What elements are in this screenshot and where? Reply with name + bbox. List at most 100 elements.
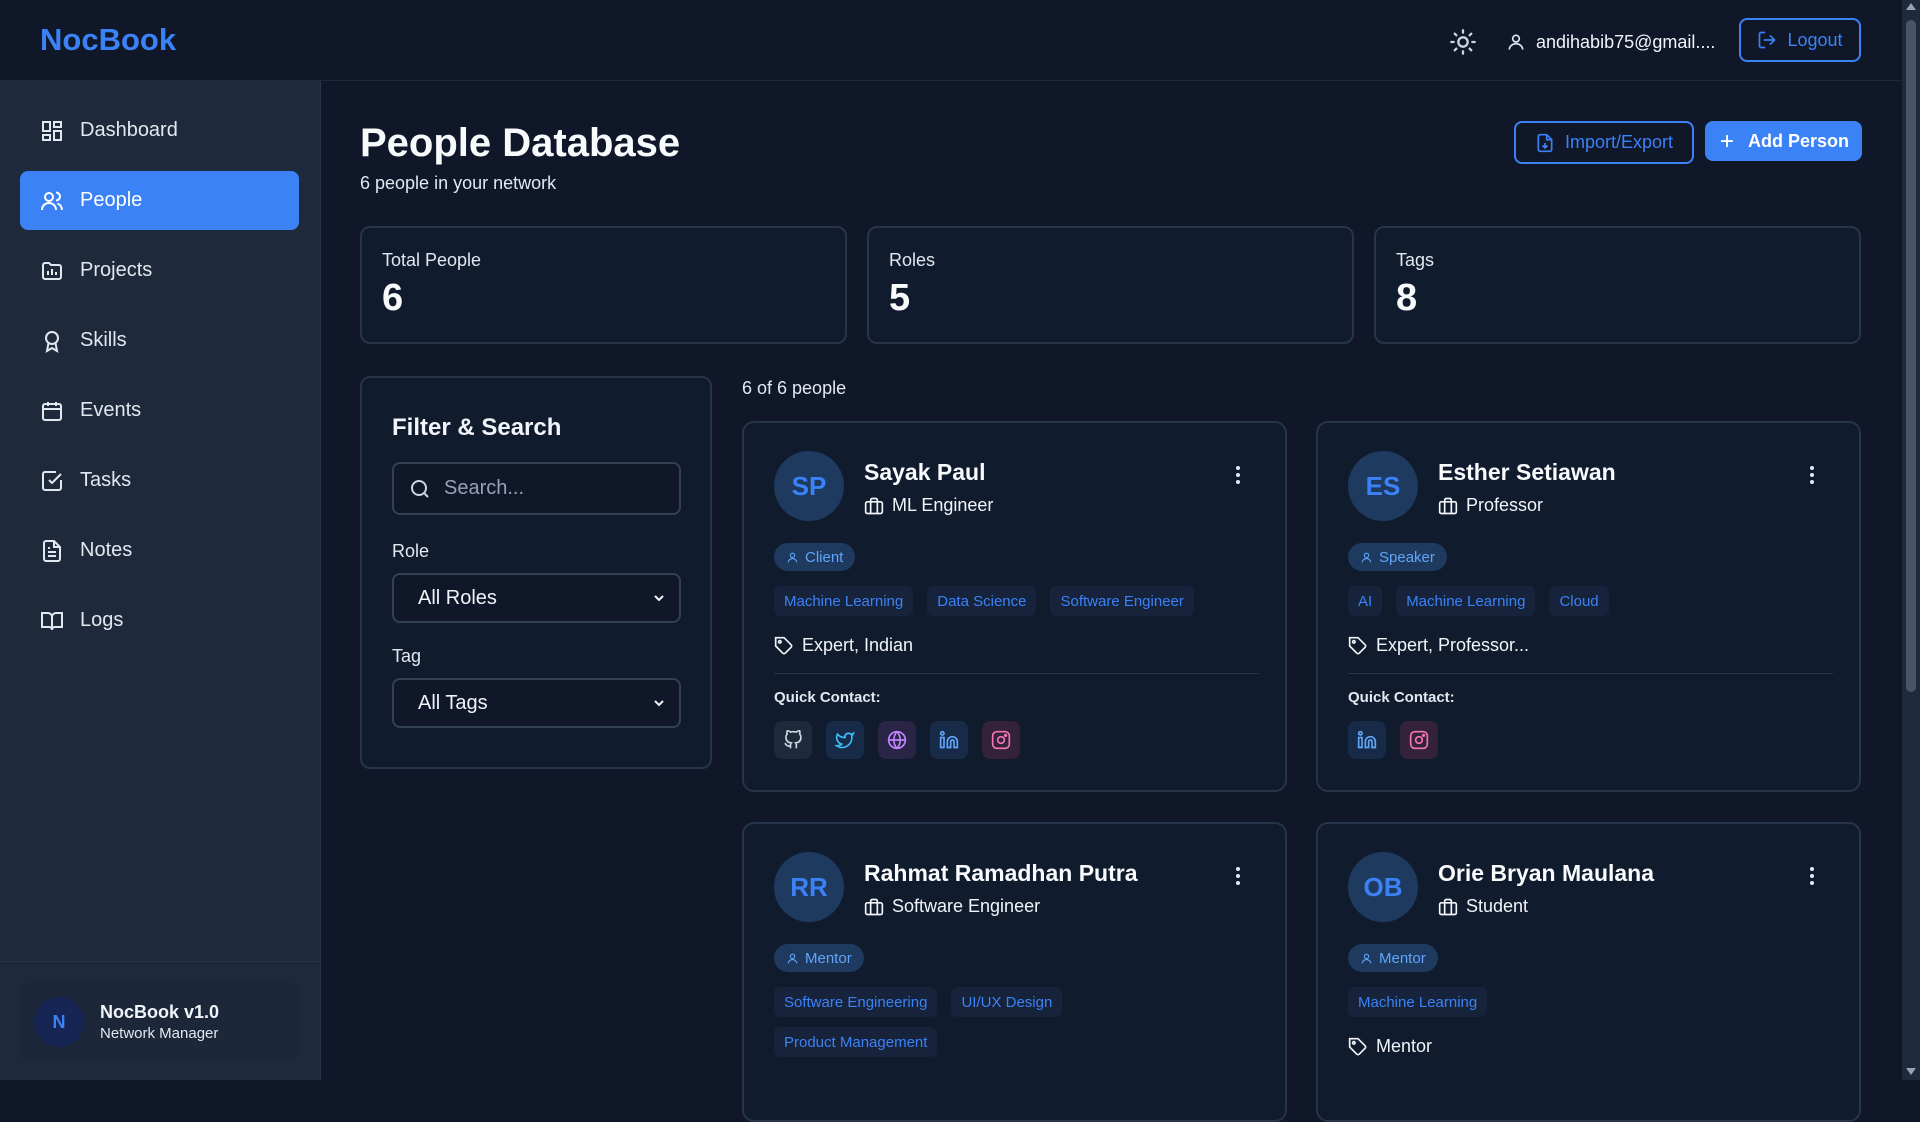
quick-contact-label: Quick Contact: bbox=[774, 689, 881, 706]
instagram-icon[interactable] bbox=[982, 721, 1020, 759]
skill-tag: Software Engineer bbox=[1050, 586, 1194, 616]
person-name[interactable]: Rahmat Ramadhan Putra bbox=[864, 860, 1138, 887]
skill-tag: Machine Learning bbox=[774, 586, 914, 616]
stat-card-total-people: Total People 6 bbox=[360, 226, 847, 344]
github-icon[interactable] bbox=[774, 721, 812, 759]
sidebar-item-notes[interactable]: Notes bbox=[20, 521, 299, 580]
more-vertical-icon[interactable] bbox=[1228, 864, 1248, 888]
stat-label: Roles bbox=[889, 250, 936, 270]
role-badge: Client bbox=[774, 543, 856, 571]
person-name[interactable]: Orie Bryan Maulana bbox=[1438, 860, 1654, 887]
award-icon bbox=[40, 329, 64, 353]
role-label: Role bbox=[392, 541, 430, 561]
person-card[interactable]: OB Orie Bryan Maulana Student Mentor Mac… bbox=[1316, 822, 1861, 1122]
scroll-down-icon[interactable] bbox=[1906, 1068, 1916, 1075]
scroll-up-icon[interactable] bbox=[1906, 3, 1916, 10]
linkedin-icon[interactable] bbox=[930, 721, 968, 759]
person-name[interactable]: Esther Setiawan bbox=[1438, 459, 1616, 486]
sidebar-item-label: Tasks bbox=[80, 469, 132, 491]
tag-select-value: All Tags bbox=[418, 691, 488, 714]
person-title-text: Professor bbox=[1466, 495, 1544, 515]
linkedin-icon[interactable] bbox=[1348, 721, 1386, 759]
twitter-icon[interactable] bbox=[826, 721, 864, 759]
briefcase-icon bbox=[864, 496, 884, 516]
skill-tag: Machine Learning bbox=[1396, 586, 1536, 616]
stat-value: 5 bbox=[889, 277, 911, 319]
import-export-label: Import/Export bbox=[1564, 132, 1674, 152]
skill-tag: Product Management bbox=[774, 1027, 938, 1057]
sidebar-item-people[interactable]: People bbox=[20, 171, 299, 230]
tag-select[interactable]: All Tags bbox=[392, 678, 681, 728]
tag-icon bbox=[1348, 1037, 1368, 1057]
tag-label: Tag bbox=[392, 646, 422, 666]
person-tags-text: Expert, Professor... bbox=[1376, 635, 1530, 655]
skill-tags: Software Engineering UI/UX Design Produc… bbox=[774, 987, 1104, 1057]
avatar: ES bbox=[1348, 451, 1418, 521]
sidebar: Dashboard People Projects Skills Events … bbox=[0, 81, 321, 1080]
add-person-button[interactable]: Add Person bbox=[1705, 121, 1862, 161]
page-title: People Database bbox=[360, 121, 681, 165]
sidebar-item-label: Logs bbox=[80, 609, 124, 631]
search-input[interactable] bbox=[444, 477, 664, 500]
person-title-text: ML Engineer bbox=[892, 495, 994, 515]
role-select-value: All Roles bbox=[418, 586, 497, 609]
chevron-down-icon bbox=[651, 590, 667, 606]
sun-icon[interactable] bbox=[1449, 28, 1477, 56]
user-menu[interactable]: andihabib75@gmail.... bbox=[1506, 28, 1715, 56]
tag-icon bbox=[774, 636, 794, 656]
person-card[interactable]: ES Esther Setiawan Professor Speaker AI … bbox=[1316, 421, 1861, 792]
role-select[interactable]: All Roles bbox=[392, 573, 681, 623]
briefcase-icon bbox=[864, 897, 884, 917]
sidebar-item-skills[interactable]: Skills bbox=[20, 311, 299, 370]
check-square-icon bbox=[40, 469, 64, 493]
globe-icon[interactable] bbox=[878, 721, 916, 759]
person-name[interactable]: Sayak Paul bbox=[864, 459, 985, 486]
chevron-down-icon bbox=[651, 695, 667, 711]
person-card[interactable]: SP Sayak Paul ML Engineer Client Machine… bbox=[742, 421, 1287, 792]
logout-button[interactable]: Logout bbox=[1739, 18, 1861, 62]
sidebar-item-label: Events bbox=[80, 399, 142, 421]
instagram-icon[interactable] bbox=[1400, 721, 1438, 759]
app-logo[interactable]: NocBook bbox=[40, 22, 176, 58]
role-badge: Mentor bbox=[774, 944, 864, 972]
filter-panel: Filter & Search Role All Roles Tag All T… bbox=[360, 376, 712, 769]
sidebar-item-events[interactable]: Events bbox=[20, 381, 299, 440]
more-vertical-icon[interactable] bbox=[1802, 463, 1822, 487]
person-title-text: Student bbox=[1466, 896, 1529, 916]
more-vertical-icon[interactable] bbox=[1228, 463, 1248, 487]
sidebar-item-label: People bbox=[80, 189, 143, 211]
app-version: NocBook v1.0 bbox=[100, 1002, 220, 1022]
sidebar-item-dashboard[interactable]: Dashboard bbox=[20, 101, 299, 160]
sidebar-item-tasks[interactable]: Tasks bbox=[20, 451, 299, 510]
sidebar-item-projects[interactable]: Projects bbox=[20, 241, 299, 300]
skill-tags: Machine Learning Data Science Software E… bbox=[774, 586, 1264, 616]
filter-title: Filter & Search bbox=[392, 414, 562, 441]
search-box bbox=[392, 462, 681, 515]
person-tags-text: Mentor bbox=[1376, 1036, 1433, 1056]
divider bbox=[1348, 673, 1833, 674]
tag-icon bbox=[1348, 636, 1368, 656]
role-badge-label: Mentor bbox=[1379, 949, 1426, 967]
plus-icon bbox=[1718, 132, 1736, 150]
skill-tags: AI Machine Learning Cloud bbox=[1348, 586, 1838, 616]
skill-tag: Cloud bbox=[1549, 586, 1609, 616]
import-export-button[interactable]: Import/Export bbox=[1514, 121, 1694, 164]
more-vertical-icon[interactable] bbox=[1802, 864, 1822, 888]
projects-icon bbox=[40, 259, 64, 283]
scrollbar-thumb[interactable] bbox=[1906, 20, 1916, 692]
page-scrollbar[interactable] bbox=[1902, 0, 1920, 1080]
quick-contact-row bbox=[1348, 721, 1438, 759]
file-import-icon bbox=[1535, 133, 1555, 153]
skill-tag: Software Engineering bbox=[774, 987, 938, 1017]
logout-label: Logout bbox=[1787, 29, 1843, 50]
role-badge-label: Mentor bbox=[805, 949, 852, 967]
user-icon bbox=[1506, 32, 1526, 52]
skill-tag: Machine Learning bbox=[1348, 987, 1488, 1017]
user-icon bbox=[1360, 551, 1373, 564]
book-open-icon bbox=[40, 609, 64, 633]
search-icon bbox=[408, 477, 432, 501]
avatar: RR bbox=[774, 852, 844, 922]
role-badge-label: Client bbox=[805, 548, 844, 566]
person-card[interactable]: RR Rahmat Ramadhan Putra Software Engine… bbox=[742, 822, 1287, 1122]
sidebar-item-logs[interactable]: Logs bbox=[20, 591, 299, 650]
